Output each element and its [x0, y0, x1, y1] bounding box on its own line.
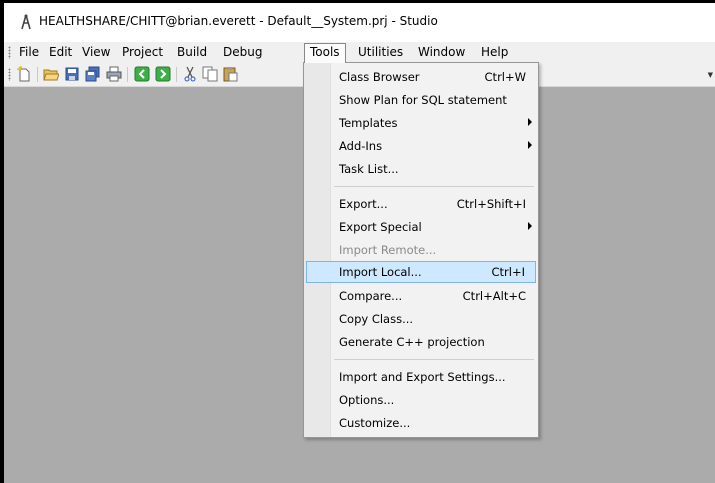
menu-item-show-plan[interactable]: Show Plan for SQL statement — [306, 89, 536, 111]
submenu-arrow-icon — [528, 141, 532, 149]
toolbar-combo-dropdown-icon[interactable]: ▼ — [708, 71, 713, 79]
menu-separator — [334, 359, 534, 360]
window-title: HEALTHSHARE/CHITT@brian.everett - Defaul… — [39, 14, 438, 28]
menu-edit[interactable]: Edit — [48, 45, 73, 60]
menu-item-customize[interactable]: Customize... — [306, 412, 536, 434]
menu-item-options[interactable]: Options... — [306, 389, 536, 411]
menu-debug[interactable]: Debug — [222, 45, 263, 60]
menu-build[interactable]: Build — [176, 45, 208, 60]
copy-icon[interactable] — [202, 66, 218, 82]
toolbar-separator — [127, 67, 128, 82]
menu-help[interactable]: Help — [480, 45, 509, 60]
menu-item-copy-class[interactable]: Copy Class... — [306, 308, 536, 330]
open-folder-icon[interactable] — [43, 66, 59, 82]
menu-view[interactable]: View — [81, 45, 111, 60]
menu-item-class-browser[interactable]: Class Browser Ctrl+W — [306, 66, 536, 88]
tools-dropdown-menu: Class Browser Ctrl+W Show Plan for SQL s… — [303, 62, 539, 438]
menu-item-add-ins[interactable]: Add-Ins — [306, 135, 536, 157]
paste-icon[interactable] — [222, 66, 238, 82]
title-bar: HEALTHSHARE/CHITT@brian.everett - Defaul… — [4, 3, 715, 39]
back-icon[interactable] — [134, 66, 150, 82]
studio-app-icon — [21, 14, 31, 30]
submenu-arrow-icon — [528, 222, 532, 230]
menu-item-import-export-settings[interactable]: Import and Export Settings... — [306, 366, 536, 388]
menu-file[interactable]: File — [18, 45, 40, 60]
menubar-grip[interactable] — [8, 46, 11, 59]
menu-separator — [334, 186, 534, 187]
menu-bar: File Edit View Project Build Debug Tools… — [4, 42, 715, 63]
toolbar-separator — [176, 67, 177, 82]
menu-item-templates[interactable]: Templates — [306, 112, 536, 134]
print-icon[interactable] — [106, 66, 122, 82]
save-icon[interactable] — [64, 66, 80, 82]
menu-item-import-remote: Import Remote... — [339, 243, 437, 257]
toolbar-separator — [37, 67, 38, 82]
menu-item-export-special[interactable]: Export Special — [306, 216, 536, 238]
new-icon[interactable] — [16, 66, 32, 82]
menu-item-compare[interactable]: Compare... Ctrl+Alt+C — [306, 285, 536, 307]
menu-window[interactable]: Window — [417, 45, 466, 60]
menu-item-task-list[interactable]: Task List... — [306, 158, 536, 180]
submenu-arrow-icon — [528, 118, 532, 126]
cut-icon[interactable] — [182, 66, 198, 82]
forward-icon[interactable] — [155, 66, 171, 82]
toolbar-grip[interactable] — [8, 68, 11, 81]
save-all-icon[interactable] — [85, 66, 101, 82]
menu-project[interactable]: Project — [121, 45, 164, 60]
menu-item-export[interactable]: Export... Ctrl+Shift+I — [306, 193, 536, 215]
menu-tools[interactable]: Tools — [304, 43, 346, 63]
menu-utilities[interactable]: Utilities — [357, 45, 404, 60]
menu-item-generate-cpp-projection[interactable]: Generate C++ projection — [306, 331, 536, 353]
menu-item-import-local[interactable]: Import Local... Ctrl+I — [306, 261, 536, 283]
